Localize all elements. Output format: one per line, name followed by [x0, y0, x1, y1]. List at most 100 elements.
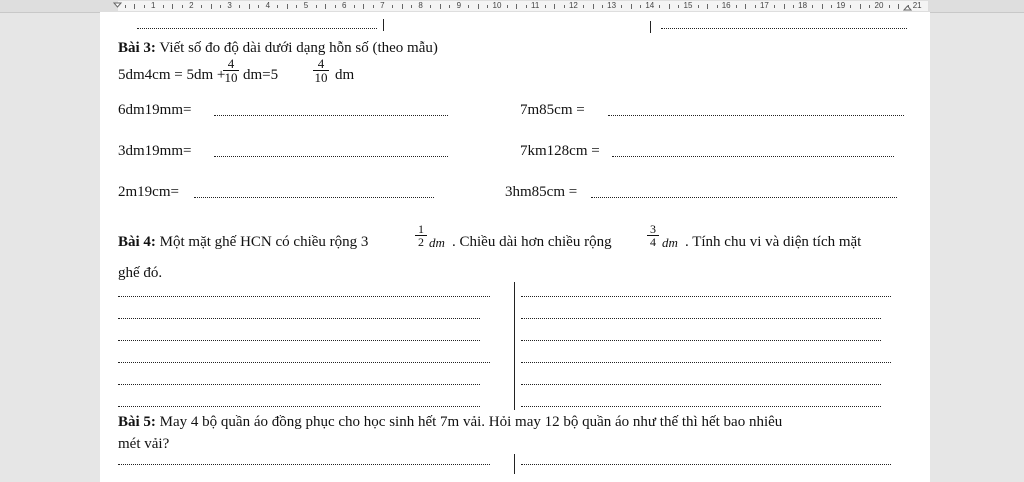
ruler-number: 2	[189, 1, 194, 10]
answer-line	[521, 296, 891, 297]
ruler-tick	[716, 5, 718, 8]
exercise-5-text: Bài 5: May 4 bộ quần áo đồng phục cho họ…	[118, 414, 783, 430]
answer-line	[521, 464, 891, 465]
answer-line	[521, 406, 881, 407]
ruler-tick	[449, 5, 451, 8]
answer-line	[118, 340, 480, 341]
fraction-one-half: 12	[415, 223, 427, 248]
ruler-tick	[172, 4, 174, 9]
ruler-tick	[325, 4, 327, 9]
ruler-tick	[334, 5, 336, 8]
example-mid: dm=5	[243, 67, 279, 83]
answer-line	[118, 384, 480, 385]
ruler-tick	[821, 4, 823, 9]
ruler-tick	[430, 5, 432, 8]
ruler-tick	[582, 5, 584, 8]
ruler-number: 7	[380, 1, 385, 10]
ruler-tick	[697, 5, 699, 8]
answer-line	[118, 296, 490, 297]
example-left: 5dm4cm = 5dm +	[118, 67, 226, 83]
ruler-number: 15	[683, 1, 693, 10]
right-indent-icon[interactable]	[903, 2, 912, 11]
ruler-tick	[468, 5, 470, 8]
ruler-number: 11	[531, 1, 540, 10]
ruler-tick	[506, 5, 508, 8]
ruler-marks: 1 2 3 4 5 6 7 8 9 10 11 12 13 14 15 16 17 18 19 20 21	[118, 0, 928, 12]
exercise-4-line-2: ghế đó.	[118, 265, 163, 281]
ruler-tick	[296, 5, 298, 8]
column-divider	[383, 19, 384, 31]
exercise-4-text-2: . Chiều dài hơn chiều rộng	[452, 234, 612, 250]
ruler-tick	[544, 5, 546, 8]
ruler-tick	[707, 4, 709, 9]
exercise-4-text-3: . Tính chu vi và diện tích mặt	[685, 234, 862, 250]
ruler-tick	[239, 5, 241, 8]
answer-line	[591, 197, 897, 198]
exercise-item: 7m85cm =	[520, 102, 585, 118]
document-page[interactable]: Bài 3: Viết số đo độ dài dưới dạng hỗn s…	[100, 12, 930, 482]
ruler-number: 13	[607, 1, 617, 10]
answer-column-divider	[514, 282, 515, 410]
ruler-number: 8	[418, 1, 423, 10]
exercise-item: 2m19cm=	[118, 184, 179, 200]
answer-line	[118, 318, 480, 319]
ruler-number: 12	[568, 1, 578, 10]
ruler-tick	[439, 4, 441, 9]
ruler-tick	[869, 5, 871, 8]
answer-line	[521, 340, 881, 341]
answer-line	[194, 197, 434, 198]
answer-line	[118, 406, 480, 407]
ruler-tick	[411, 5, 413, 8]
ruler-tick	[659, 5, 661, 8]
ruler-number: 20	[874, 1, 884, 10]
answer-line	[612, 156, 894, 157]
ruler-tick	[210, 4, 212, 9]
ruler-tick	[258, 5, 260, 8]
exercise-item: 3hm85cm =	[505, 184, 578, 200]
ruler-tick	[783, 4, 785, 9]
example-fraction-2: 4 10	[313, 56, 329, 85]
unit-dm: dm	[662, 235, 678, 250]
ruler-number: 17	[759, 1, 769, 10]
ruler-tick	[286, 4, 288, 9]
ruler-number: 4	[265, 1, 271, 10]
answer-line	[137, 28, 377, 29]
ruler-tick	[363, 4, 365, 9]
ruler-tick	[640, 5, 642, 8]
answer-column-divider	[514, 454, 515, 474]
answer-line	[521, 362, 891, 363]
ruler-tick	[793, 5, 795, 8]
ruler-tick	[630, 4, 632, 9]
ruler-tick	[563, 5, 565, 8]
ruler-tick	[516, 4, 518, 9]
ruler-tick	[315, 5, 317, 8]
ruler-tick	[477, 4, 479, 9]
ruler-tick	[525, 5, 527, 8]
ruler-tick	[277, 5, 279, 8]
ruler-tick	[888, 5, 890, 8]
ruler-tick	[735, 5, 737, 8]
exercise-item: 3dm19mm=	[118, 143, 192, 159]
ruler-tick	[678, 5, 680, 8]
exercise-item: 7km128cm =	[520, 143, 600, 159]
ruler-number: 19	[836, 1, 846, 10]
ruler-tick	[124, 5, 126, 8]
ruler-tick	[831, 5, 833, 8]
ruler-number: 16	[721, 1, 731, 10]
exercise-4-text: Bài 4: Một mặt ghế HCN có chiều rộng 3	[118, 234, 369, 250]
ruler-number: 9	[456, 1, 462, 10]
ruler-tick	[812, 5, 814, 8]
ruler-tick	[162, 5, 164, 8]
ruler-tick	[621, 5, 623, 8]
ruler-tick	[353, 5, 355, 8]
ruler-number: 10	[492, 1, 502, 10]
ruler-number: 5	[303, 1, 309, 10]
ruler-tick	[391, 5, 393, 8]
ruler-tick	[554, 4, 556, 9]
ruler-tick	[773, 5, 775, 8]
ruler-tick	[898, 4, 900, 9]
ruler-number: 1	[150, 1, 156, 10]
ruler-tick	[859, 4, 861, 9]
ruler-tick	[592, 4, 594, 9]
first-line-indent-icon[interactable]	[113, 2, 122, 11]
